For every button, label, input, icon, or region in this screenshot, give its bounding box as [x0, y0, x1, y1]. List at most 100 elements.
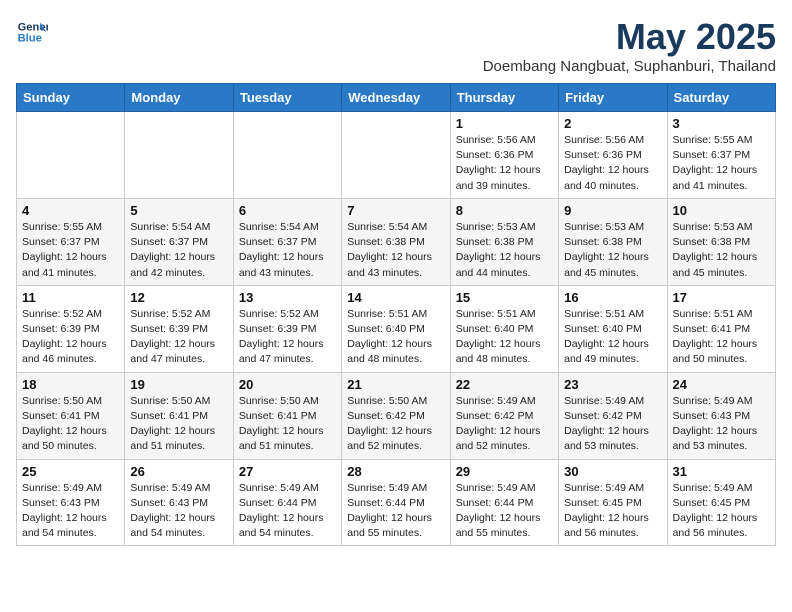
week-row-2: 4 Sunrise: 5:55 AM Sunset: 6:37 PM Daylig…	[17, 198, 776, 285]
title-block: May 2025 Doembang Nangbuat, Suphanburi, …	[483, 16, 776, 75]
day-info: Sunrise: 5:52 AM Sunset: 6:39 PM Dayligh…	[130, 307, 227, 368]
day-info: Sunrise: 5:51 AM Sunset: 6:40 PM Dayligh…	[564, 307, 661, 368]
day-number: 9	[564, 203, 661, 218]
day-number: 6	[239, 203, 336, 218]
calendar-cell: 17 Sunrise: 5:51 AM Sunset: 6:41 PM Dayli…	[667, 285, 775, 372]
weekday-header-tuesday: Tuesday	[233, 84, 341, 112]
calendar-cell: 9 Sunrise: 5:53 AM Sunset: 6:38 PM Daylig…	[559, 198, 667, 285]
calendar-cell: 16Sunrise: 5:51 AM Sunset: 6:40 PM Dayli…	[559, 285, 667, 372]
day-number: 15	[456, 290, 553, 305]
day-number: 21	[347, 377, 444, 392]
day-info: Sunrise: 5:49 AM Sunset: 6:45 PM Dayligh…	[673, 481, 770, 542]
day-info: Sunrise: 5:51 AM Sunset: 6:41 PM Dayligh…	[673, 307, 770, 368]
calendar-cell: 22 Sunrise: 5:49 AM Sunset: 6:42 PM Dayli…	[450, 372, 558, 459]
day-info: Sunrise: 5:52 AM Sunset: 6:39 PM Dayligh…	[239, 307, 336, 368]
calendar-cell: 20 Sunrise: 5:50 AM Sunset: 6:41 PM Dayli…	[233, 372, 341, 459]
day-info: Sunrise: 5:53 AM Sunset: 6:38 PM Dayligh…	[456, 220, 553, 281]
week-row-3: 11 Sunrise: 5:52 AM Sunset: 6:39 PM Dayli…	[17, 285, 776, 372]
day-info: Sunrise: 5:51 AM Sunset: 6:40 PM Dayligh…	[456, 307, 553, 368]
logo: General Blue	[16, 16, 48, 48]
day-info: Sunrise: 5:50 AM Sunset: 6:41 PM Dayligh…	[130, 394, 227, 455]
calendar-cell: 13 Sunrise: 5:52 AM Sunset: 6:39 PM Dayli…	[233, 285, 341, 372]
day-number: 24	[673, 377, 770, 392]
day-number: 5	[130, 203, 227, 218]
weekday-header-friday: Friday	[559, 84, 667, 112]
calendar-cell: 21 Sunrise: 5:50 AM Sunset: 6:42 PM Dayli…	[342, 372, 450, 459]
week-row-1: 1 Sunrise: 5:56 AM Sunset: 6:36 PM Daylig…	[17, 112, 776, 199]
day-info: Sunrise: 5:50 AM Sunset: 6:42 PM Dayligh…	[347, 394, 444, 455]
calendar-table: SundayMondayTuesdayWednesdayThursdayFrid…	[16, 83, 776, 546]
day-info: Sunrise: 5:49 AM Sunset: 6:45 PM Dayligh…	[564, 481, 661, 542]
day-info: Sunrise: 5:49 AM Sunset: 6:44 PM Dayligh…	[347, 481, 444, 542]
weekday-header-monday: Monday	[125, 84, 233, 112]
day-info: Sunrise: 5:49 AM Sunset: 6:42 PM Dayligh…	[564, 394, 661, 455]
calendar-cell: 15 Sunrise: 5:51 AM Sunset: 6:40 PM Dayli…	[450, 285, 558, 372]
calendar-cell: 11 Sunrise: 5:52 AM Sunset: 6:39 PM Dayli…	[17, 285, 125, 372]
week-row-5: 25 Sunrise: 5:49 AM Sunset: 6:43 PM Dayli…	[17, 459, 776, 546]
day-info: Sunrise: 5:54 AM Sunset: 6:37 PM Dayligh…	[239, 220, 336, 281]
day-number: 30	[564, 464, 661, 479]
calendar-cell: 28Sunrise: 5:49 AM Sunset: 6:44 PM Dayli…	[342, 459, 450, 546]
day-number: 7	[347, 203, 444, 218]
svg-text:General: General	[18, 21, 48, 33]
day-number: 23	[564, 377, 661, 392]
calendar-cell: 23 Sunrise: 5:49 AM Sunset: 6:42 PM Dayli…	[559, 372, 667, 459]
day-info: Sunrise: 5:49 AM Sunset: 6:43 PM Dayligh…	[673, 394, 770, 455]
calendar-cell: 3Sunrise: 5:55 AM Sunset: 6:37 PM Daylig…	[667, 112, 775, 199]
calendar-cell: 6 Sunrise: 5:54 AM Sunset: 6:37 PM Daylig…	[233, 198, 341, 285]
day-info: Sunrise: 5:49 AM Sunset: 6:44 PM Dayligh…	[456, 481, 553, 542]
day-info: Sunrise: 5:52 AM Sunset: 6:39 PM Dayligh…	[22, 307, 119, 368]
day-number: 17	[673, 290, 770, 305]
day-info: Sunrise: 5:49 AM Sunset: 6:42 PM Dayligh…	[456, 394, 553, 455]
day-number: 20	[239, 377, 336, 392]
calendar-cell	[17, 112, 125, 199]
month-title: May 2025	[483, 16, 776, 58]
calendar-cell: 1 Sunrise: 5:56 AM Sunset: 6:36 PM Daylig…	[450, 112, 558, 199]
day-info: Sunrise: 5:56 AM Sunset: 6:36 PM Dayligh…	[564, 133, 661, 194]
calendar-cell: 19 Sunrise: 5:50 AM Sunset: 6:41 PM Dayli…	[125, 372, 233, 459]
calendar-cell: 24 Sunrise: 5:49 AM Sunset: 6:43 PM Dayli…	[667, 372, 775, 459]
calendar-cell: 5 Sunrise: 5:54 AM Sunset: 6:37 PM Daylig…	[125, 198, 233, 285]
day-number: 19	[130, 377, 227, 392]
week-row-4: 18Sunrise: 5:50 AM Sunset: 6:41 PM Dayli…	[17, 372, 776, 459]
day-number: 4	[22, 203, 119, 218]
day-number: 22	[456, 377, 553, 392]
calendar-cell	[342, 112, 450, 199]
calendar-cell: 18Sunrise: 5:50 AM Sunset: 6:41 PM Dayli…	[17, 372, 125, 459]
day-info: Sunrise: 5:50 AM Sunset: 6:41 PM Dayligh…	[22, 394, 119, 455]
weekday-header-row: SundayMondayTuesdayWednesdayThursdayFrid…	[17, 84, 776, 112]
calendar-cell: 12Sunrise: 5:52 AM Sunset: 6:39 PM Dayli…	[125, 285, 233, 372]
calendar-cell: 27Sunrise: 5:49 AM Sunset: 6:44 PM Dayli…	[233, 459, 341, 546]
day-info: Sunrise: 5:56 AM Sunset: 6:36 PM Dayligh…	[456, 133, 553, 194]
svg-text:Blue: Blue	[18, 33, 42, 45]
day-info: Sunrise: 5:51 AM Sunset: 6:40 PM Dayligh…	[347, 307, 444, 368]
day-info: Sunrise: 5:53 AM Sunset: 6:38 PM Dayligh…	[673, 220, 770, 281]
day-info: Sunrise: 5:50 AM Sunset: 6:41 PM Dayligh…	[239, 394, 336, 455]
day-number: 31	[673, 464, 770, 479]
page-header: General Blue May 2025 Doembang Nangbuat,…	[16, 16, 776, 75]
day-info: Sunrise: 5:54 AM Sunset: 6:38 PM Dayligh…	[347, 220, 444, 281]
day-info: Sunrise: 5:54 AM Sunset: 6:37 PM Dayligh…	[130, 220, 227, 281]
day-info: Sunrise: 5:55 AM Sunset: 6:37 PM Dayligh…	[22, 220, 119, 281]
day-number: 3	[673, 116, 770, 131]
weekday-header-sunday: Sunday	[17, 84, 125, 112]
calendar-cell: 7 Sunrise: 5:54 AM Sunset: 6:38 PM Daylig…	[342, 198, 450, 285]
day-info: Sunrise: 5:49 AM Sunset: 6:43 PM Dayligh…	[130, 481, 227, 542]
calendar-cell: 4 Sunrise: 5:55 AM Sunset: 6:37 PM Daylig…	[17, 198, 125, 285]
calendar-cell	[125, 112, 233, 199]
day-number: 2	[564, 116, 661, 131]
calendar-cell: 30 Sunrise: 5:49 AM Sunset: 6:45 PM Dayli…	[559, 459, 667, 546]
location-title: Doembang Nangbuat, Suphanburi, Thailand	[483, 58, 776, 75]
logo-icon: General Blue	[16, 16, 48, 48]
calendar-cell: 26Sunrise: 5:49 AM Sunset: 6:43 PM Dayli…	[125, 459, 233, 546]
calendar-cell: 14 Sunrise: 5:51 AM Sunset: 6:40 PM Dayli…	[342, 285, 450, 372]
day-info: Sunrise: 5:53 AM Sunset: 6:38 PM Dayligh…	[564, 220, 661, 281]
weekday-header-thursday: Thursday	[450, 84, 558, 112]
calendar-cell: 10Sunrise: 5:53 AM Sunset: 6:38 PM Dayli…	[667, 198, 775, 285]
day-number: 27	[239, 464, 336, 479]
day-number: 11	[22, 290, 119, 305]
day-number: 1	[456, 116, 553, 131]
day-number: 13	[239, 290, 336, 305]
day-number: 14	[347, 290, 444, 305]
day-number: 25	[22, 464, 119, 479]
